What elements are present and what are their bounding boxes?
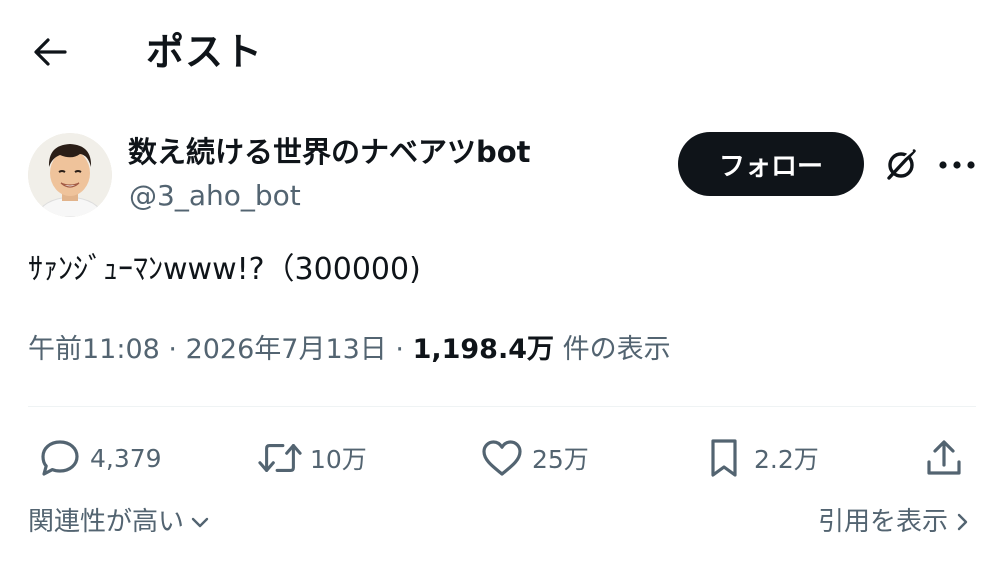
view-quotes-link[interactable]: 引用を表示 xyxy=(818,502,972,542)
share-icon xyxy=(922,436,966,480)
arrow-left-icon xyxy=(34,38,67,66)
reply-sort-dropdown[interactable]: 関連性が高い xyxy=(28,502,212,542)
page-title: ポスト xyxy=(146,30,264,74)
retweet-icon xyxy=(258,436,302,480)
meta-separator: · xyxy=(386,334,413,365)
like-button[interactable]: 25万 xyxy=(480,434,589,482)
profile-photo xyxy=(28,133,112,217)
views-count: 1,198.4万 xyxy=(412,334,555,365)
like-count: 25万 xyxy=(532,445,589,474)
view-quotes-label: 引用を表示 xyxy=(817,507,948,537)
grok-button[interactable] xyxy=(878,142,924,188)
chevron-down-icon xyxy=(191,517,209,528)
bookmark-button[interactable]: 2.2万 xyxy=(702,434,819,482)
reply-sort-label: 関連性が高い xyxy=(28,507,185,537)
chevron-right-icon xyxy=(957,513,968,531)
bookmark-count: 2.2万 xyxy=(754,445,819,474)
divider xyxy=(28,406,976,407)
retweet-button[interactable]: 10万 xyxy=(258,434,367,482)
reply-bubble-icon xyxy=(38,436,82,480)
reply-count: 4,379 xyxy=(90,443,162,473)
heart-icon xyxy=(480,436,524,480)
more-button[interactable] xyxy=(934,142,980,188)
more-horizontal-icon xyxy=(939,161,975,169)
header-bar: ポスト xyxy=(0,0,1000,104)
reply-button[interactable]: 4,379 xyxy=(38,434,162,482)
author-display-name[interactable]: 数え続ける世界のナベアツbot xyxy=(128,132,531,172)
share-button[interactable] xyxy=(922,434,966,482)
follow-button[interactable]: フォロー xyxy=(678,132,864,196)
grok-icon xyxy=(887,149,916,180)
author-handle[interactable]: @3_aho_bot xyxy=(129,176,301,216)
bookmark-icon xyxy=(702,436,746,480)
views-label: 件の表示 xyxy=(554,334,671,365)
avatar[interactable] xyxy=(28,133,112,217)
back-button[interactable] xyxy=(28,30,72,74)
tweet-date[interactable]: 2026年7月13日 xyxy=(186,334,387,365)
tweet-time[interactable]: 午前11:08 xyxy=(28,334,160,365)
tweet-meta: 午前11:08 · 2026年7月13日 · 1,198.4万 件の表示 xyxy=(28,330,671,370)
tweet-text: ｻｧﾝｼﾞｭｰﾏﾝwww!?（300000) xyxy=(28,252,421,287)
meta-separator: · xyxy=(159,334,186,365)
retweet-count: 10万 xyxy=(310,445,367,474)
